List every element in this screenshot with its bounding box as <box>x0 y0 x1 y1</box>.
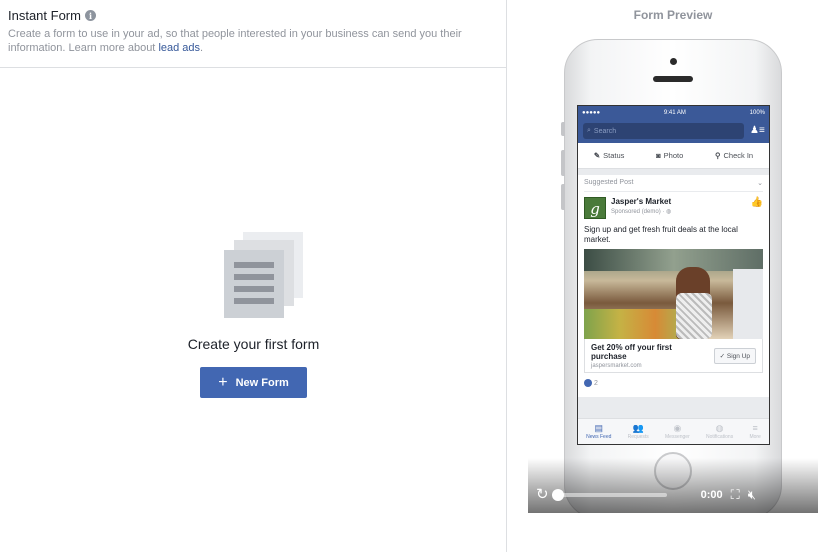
phone-mockup: ●●●●● 9:41 AM 100% ⌕ Search ♟≡ ✎ Status ◙… <box>561 39 782 513</box>
suggested-post-header: Suggested Post ⌄ <box>584 179 763 192</box>
replay-icon[interactable]: ↻ <box>536 487 549 503</box>
speaker-grille <box>653 76 693 82</box>
new-form-label: New Form <box>235 376 289 389</box>
panel-title: Instant Form <box>8 8 81 23</box>
empty-state: Create your first form + New Form <box>0 230 507 398</box>
news-feed-icon: ▤ <box>594 422 604 433</box>
description-text: Create a form to use in your ad, so that… <box>8 28 462 54</box>
form-preview-panel: Form Preview ●●●●● 9:41 AM 100% ⌕ Search <box>508 0 829 552</box>
fb-search-placeholder: Search <box>593 127 617 135</box>
facebook-nav: ⌕ Search ♟≡ <box>578 119 769 143</box>
call-to-action: Get 20% off your first purchase jaspersm… <box>584 339 763 373</box>
composer-bar: ✎ Status ◙ Photo ⚲ Check In <box>578 143 769 169</box>
tab-requests: 👥 Requests <box>627 422 649 440</box>
suggested-label: Suggested Post <box>584 179 634 186</box>
cta-title: Get 20% off your first purchase <box>591 342 672 361</box>
edit-icon: ✎ <box>593 151 601 160</box>
location-icon: ⚲ <box>715 151 721 160</box>
fb-tab-bar: ▤ News Feed 👥 Requests ◉ Messenger ◍ Notific… <box>578 418 769 444</box>
menu-icon: ≡ <box>752 422 758 433</box>
chevron-down-icon: ⌄ <box>757 180 763 187</box>
reaction-count: 2 <box>594 379 598 387</box>
progress-knob[interactable] <box>551 489 564 501</box>
post-photo <box>584 249 763 339</box>
camera-small-icon: ◙ <box>656 151 661 160</box>
sponsored-post: Suggested Post ⌄ g Jasper's Market Spons… <box>578 175 769 397</box>
requests-icon: 👥 <box>632 422 644 433</box>
video-time: 0:00 <box>700 489 723 501</box>
instant-form-panel: Instant Form i Create a form to use in y… <box>0 0 507 552</box>
info-icon[interactable]: i <box>84 10 96 21</box>
status-time: 9:41 AM <box>663 109 686 116</box>
mute-icon[interactable]: 🔇︎ <box>748 487 756 503</box>
cta-url: jaspersmarket.com <box>591 362 642 369</box>
battery-level: 100% <box>749 109 765 116</box>
search-icon: ⌕ <box>587 127 591 134</box>
instant-form-header: Instant Form i Create a form to use in y… <box>0 0 506 68</box>
sponsored-label: Sponsored (demo) · ◍ <box>611 209 672 215</box>
description-end: . <box>200 42 204 54</box>
fb-search-bar: ⌕ Search <box>583 123 744 139</box>
like-reaction-icon <box>584 379 592 387</box>
brand-logo: g <box>584 197 606 219</box>
phone-screen: ●●●●● 9:41 AM 100% ⌕ Search ♟≡ ✎ Status ◙… <box>577 105 770 445</box>
tab-notifications: ◍ Notifications <box>705 422 734 440</box>
like-page-icon: 👍 <box>750 197 763 208</box>
signal-icon: ●●●●● <box>582 109 601 116</box>
camera-icon <box>670 58 677 65</box>
friends-icon: ♟≡ <box>750 125 765 136</box>
globe-icon: ◍ <box>666 209 672 215</box>
composer-photo: ◙ Photo <box>656 151 684 160</box>
composer-status: ✎ Status <box>593 151 625 160</box>
video-progress-bar[interactable] <box>551 489 667 501</box>
lead-ads-link[interactable]: lead ads <box>158 42 200 54</box>
status-bar: ●●●●● 9:41 AM 100% <box>578 106 769 119</box>
globe-notifications-icon: ◍ <box>715 422 724 433</box>
tab-messenger: ◉ Messenger <box>665 422 690 440</box>
preview-video[interactable]: ●●●●● 9:41 AM 100% ⌕ Search ♟≡ ✎ Status ◙… <box>528 35 818 513</box>
tab-news-feed: ▤ News Feed <box>586 422 612 440</box>
panel-description: Create a form to use in your ad, so that… <box>8 27 478 55</box>
preview-title: Form Preview <box>633 8 713 22</box>
video-controls: ↻ 0:00 ⛶ 🔇︎ <box>528 458 818 513</box>
checkmark-icon: ✓ <box>719 352 726 360</box>
plus-icon: + <box>218 373 228 391</box>
post-text: Sign up and get fresh fruit deals at the… <box>584 225 738 244</box>
fullscreen-icon[interactable]: ⛶ <box>731 487 740 503</box>
form-documents-icon <box>223 230 304 320</box>
reactions: 2 <box>584 379 763 387</box>
new-form-button[interactable]: + New Form <box>200 367 307 398</box>
empty-state-title: Create your first form <box>187 336 320 352</box>
sign-up-button: ✓ Sign Up <box>713 347 756 364</box>
messenger-icon: ◉ <box>673 422 682 433</box>
composer-check-in: ⚲ Check In <box>715 151 754 160</box>
post-author: Jasper's Market <box>611 197 672 206</box>
tab-more: ≡ More <box>749 422 761 440</box>
